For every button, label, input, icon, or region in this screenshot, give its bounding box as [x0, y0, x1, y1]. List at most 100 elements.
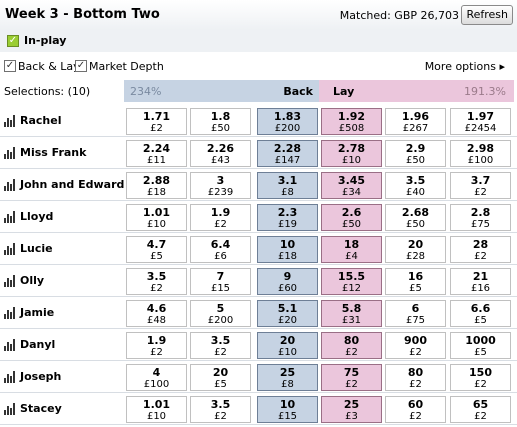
chart-icon[interactable] [4, 307, 17, 319]
back-price-cell[interactable]: 4 £100 [126, 364, 187, 391]
back-price-cell[interactable]: 1.71 £2 [126, 108, 187, 135]
chart-icon[interactable] [4, 403, 17, 415]
back-price-cell[interactable]: 1.8 £50 [190, 108, 251, 135]
price: 5 [216, 302, 225, 315]
lay-price-cell[interactable]: 18 £4 [321, 236, 382, 263]
back-header: 234% Back [124, 80, 319, 102]
lay-price-cell[interactable]: 25 £3 [321, 396, 382, 423]
lay-price-cell[interactable]: 3.5 £40 [385, 172, 446, 199]
lay-price-cell[interactable]: 1000 £5 [450, 332, 511, 359]
chart-icon[interactable] [4, 147, 17, 159]
back-price-cell[interactable]: 5 £200 [190, 300, 251, 327]
back-price-cell[interactable]: 1.9 £2 [190, 204, 251, 231]
back-price-cell[interactable]: 2.3 £19 [257, 204, 318, 231]
lay-price-cell[interactable]: 20 £28 [385, 236, 446, 263]
lay-price-cell[interactable]: 80 £2 [321, 332, 382, 359]
back-price-cell[interactable]: 6.4 £6 [190, 236, 251, 263]
back-price-cell[interactable]: 20 £5 [190, 364, 251, 391]
price: 1.01 [142, 398, 171, 411]
price: 60 [407, 398, 424, 411]
lay-price-cell[interactable]: 150 £2 [450, 364, 511, 391]
market-columns-header: Selections: (10) 234% Back Lay 191.3% [0, 80, 517, 102]
back-price-cell[interactable]: 10 £15 [257, 396, 318, 423]
price: 7 [216, 270, 225, 283]
chart-icon[interactable] [4, 115, 17, 127]
back-price-cell[interactable]: 1.9 £2 [126, 332, 187, 359]
back-price-cell[interactable]: 1.01 £10 [126, 204, 187, 231]
back-price-cell[interactable]: 3.5 £2 [190, 396, 251, 423]
price: 1.83 [273, 110, 302, 123]
lay-price-cell[interactable]: 1.97 £2454 [450, 108, 511, 135]
chart-icon[interactable] [4, 179, 17, 191]
lay-price-cell[interactable]: 80 £2 [385, 364, 446, 391]
market-header: Week 3 - Bottom Two Matched: GBP 26,703 … [0, 0, 517, 30]
lay-price-cell[interactable]: 15.5 £12 [321, 268, 382, 295]
back-price-cell[interactable]: 3 £239 [190, 172, 251, 199]
price: 900 [404, 334, 427, 347]
market-depth-label: Market Depth [89, 60, 164, 73]
back-price-cell[interactable]: 2.24 £11 [126, 140, 187, 167]
back-price-cell[interactable]: 9 £60 [257, 268, 318, 295]
price: 25 [343, 398, 360, 411]
back-price-cell[interactable]: 25 £8 [257, 364, 318, 391]
chart-icon[interactable] [4, 339, 17, 351]
lay-price-cell[interactable]: 2.98 £100 [450, 140, 511, 167]
back-price-cell[interactable]: 4.7 £5 [126, 236, 187, 263]
price: 9 [283, 270, 292, 283]
runner-name: Danyl [20, 338, 56, 351]
lay-price-cell[interactable]: 2.6 £50 [321, 204, 382, 231]
back-price-cell[interactable]: 2.88 £18 [126, 172, 187, 199]
back-price-cell[interactable]: 2.26 £43 [190, 140, 251, 167]
back-price-cell[interactable]: 10 £18 [257, 236, 318, 263]
back-price-cell[interactable]: 4.6 £48 [126, 300, 187, 327]
lay-price-cell[interactable]: 3.7 £2 [450, 172, 511, 199]
back-price-cell[interactable]: 20 £10 [257, 332, 318, 359]
lay-price-cell[interactable]: 75 £2 [321, 364, 382, 391]
back-price-cell[interactable]: 2.28 £147 [257, 140, 318, 167]
lay-price-cell[interactable]: 16 £5 [385, 268, 446, 295]
back-price-cell[interactable]: 5.1 £20 [257, 300, 318, 327]
view-options: ✓ Back & Lay ✓ Market Depth More options… [0, 56, 517, 78]
lay-price-cell[interactable]: 2.68 £50 [385, 204, 446, 231]
stake: £2 [409, 379, 422, 390]
lay-price-cell[interactable]: 65 £2 [450, 396, 511, 423]
price: 21 [472, 270, 489, 283]
back-price-cell[interactable]: 3.1 £8 [257, 172, 318, 199]
price: 2.24 [142, 142, 171, 155]
lay-price-cell[interactable]: 2.9 £50 [385, 140, 446, 167]
stake: £5 [150, 251, 163, 262]
back-price-cell[interactable]: 1.83 £200 [257, 108, 318, 135]
price: 150 [469, 366, 492, 379]
lay-price-cell[interactable]: 6.6 £5 [450, 300, 511, 327]
lay-price-cell[interactable]: 2.8 £75 [450, 204, 511, 231]
lay-price-cell[interactable]: 1.96 £267 [385, 108, 446, 135]
lay-price-cell[interactable]: 6 £75 [385, 300, 446, 327]
refresh-button[interactable]: Refresh [461, 5, 513, 25]
back-price-cell[interactable]: 7 £15 [190, 268, 251, 295]
lay-price-cell[interactable]: 5.8 £31 [321, 300, 382, 327]
lay-price-cell[interactable]: 900 £2 [385, 332, 446, 359]
price: 3.5 [405, 174, 426, 187]
market-depth-checkbox[interactable]: ✓ [75, 60, 87, 72]
stake: £3 [345, 411, 358, 422]
lay-price-cell[interactable]: 3.45 £34 [321, 172, 382, 199]
stake: £2 [214, 411, 227, 422]
chart-icon[interactable] [4, 211, 17, 223]
price: 10 [279, 398, 296, 411]
back-price-cell[interactable]: 3.5 £2 [190, 332, 251, 359]
lay-price-cell[interactable]: 2.78 £10 [321, 140, 382, 167]
chart-icon[interactable] [4, 275, 17, 287]
back-price-cell[interactable]: 3.5 £2 [126, 268, 187, 295]
stake: £2 [345, 379, 358, 390]
back-lay-checkbox[interactable]: ✓ [4, 60, 16, 72]
lay-price-cell[interactable]: 60 £2 [385, 396, 446, 423]
lay-price-cell[interactable]: 28 £2 [450, 236, 511, 263]
more-options-link[interactable]: More options ▸ [425, 60, 505, 73]
runner-name: Lloyd [20, 210, 54, 223]
price: 28 [472, 238, 489, 251]
lay-price-cell[interactable]: 21 £16 [450, 268, 511, 295]
chart-icon[interactable] [4, 243, 17, 255]
back-price-cell[interactable]: 1.01 £10 [126, 396, 187, 423]
lay-price-cell[interactable]: 1.92 £508 [321, 108, 382, 135]
chart-icon[interactable] [4, 371, 17, 383]
